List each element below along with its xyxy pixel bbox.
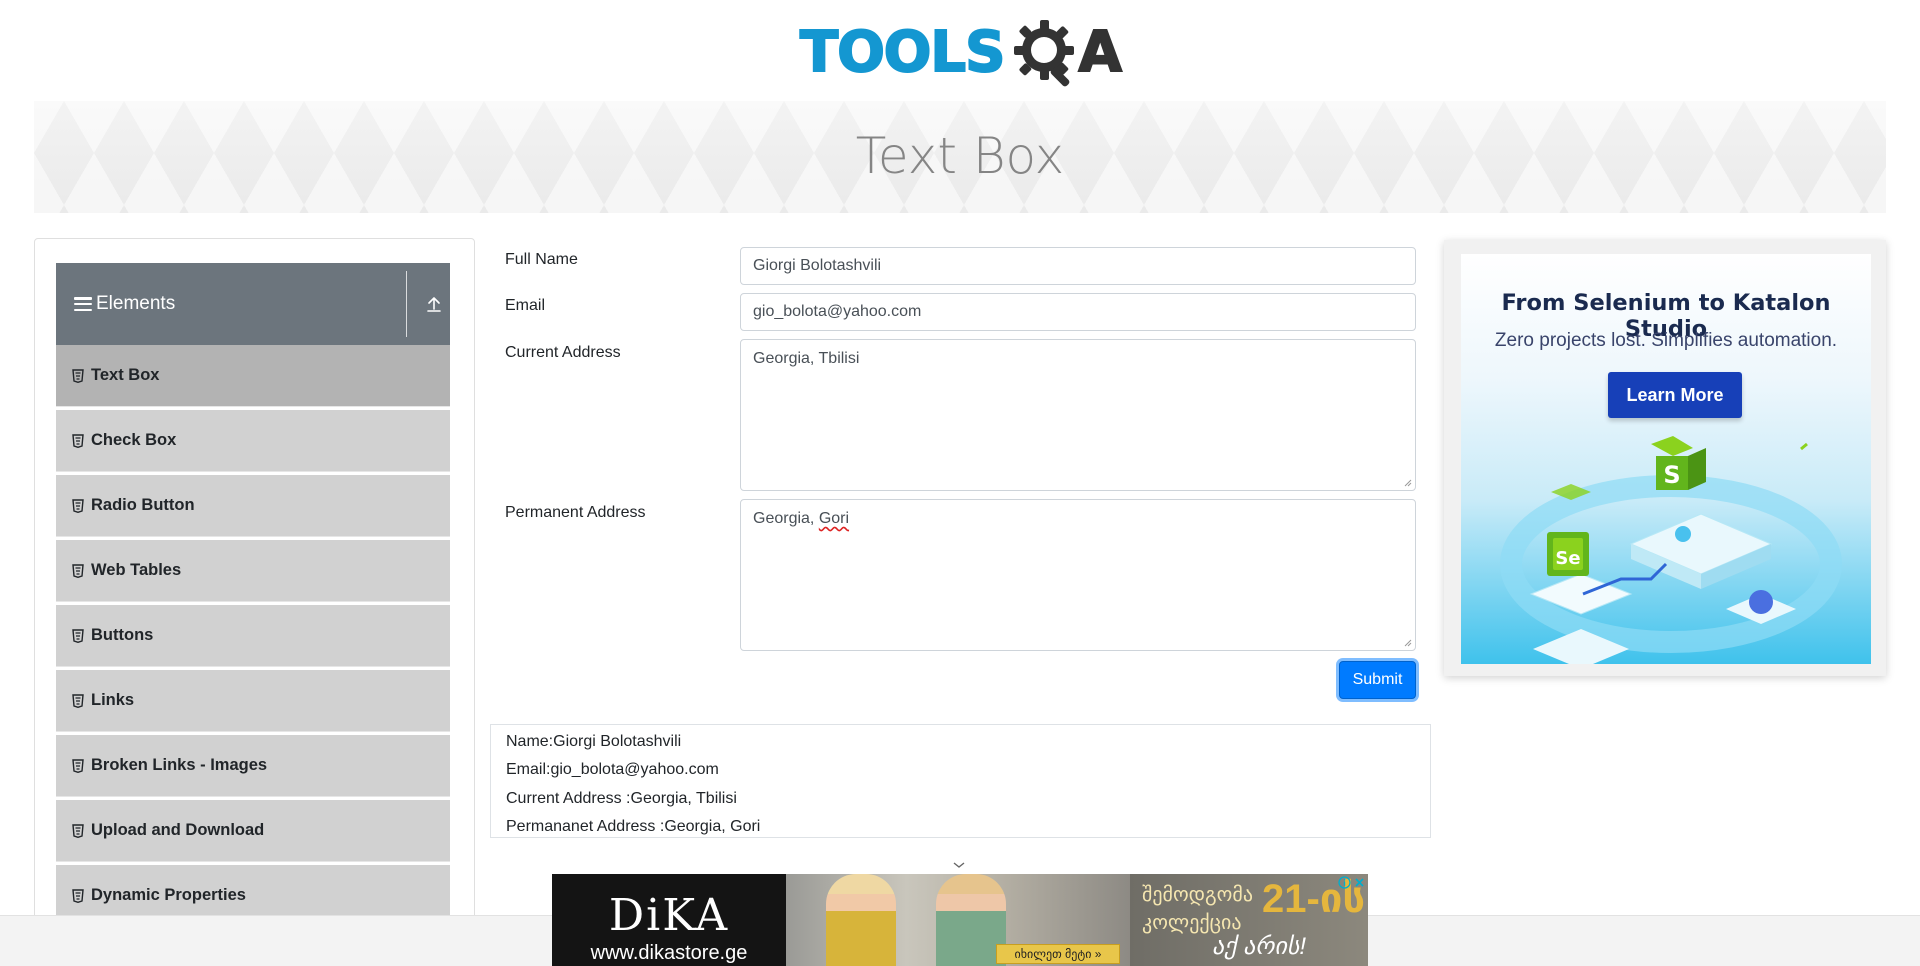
page-title: Text Box: [855, 127, 1065, 185]
current-address-value: Georgia, Tbilisi: [753, 350, 860, 367]
html5-icon: [72, 888, 84, 903]
close-icon[interactable]: [1353, 876, 1366, 889]
sidebar-item-label: Web Tables: [91, 561, 182, 579]
sidebar-item-web-tables[interactable]: Web Tables: [56, 540, 450, 602]
sidebar-item-label: Text Box: [91, 366, 160, 384]
current-address-textarea[interactable]: Georgia, Tbilisi: [740, 339, 1416, 491]
sidebar-item-label: Check Box: [91, 431, 177, 449]
ad-line-3: აქ არის!: [1212, 933, 1307, 960]
side-ad-subtitle: Zero projects lost. Simplifies automatio…: [1494, 330, 1838, 351]
group-title: Elements: [96, 293, 176, 314]
sidebar-menu: Text Box Check Box Radio Button Web Tabl…: [56, 345, 450, 930]
full-name-input[interactable]: Giorgi Bolotashvili: [740, 247, 1416, 285]
info-icon[interactable]: [1338, 876, 1351, 889]
sidebar-item-label: Upload and Download: [91, 821, 265, 839]
sidebar-item-text-box[interactable]: Text Box: [56, 345, 450, 407]
sidebar-item-radio-button[interactable]: Radio Button: [56, 475, 450, 537]
sidebar-item-label: Buttons: [91, 626, 154, 644]
sidebar-item-broken-links-images[interactable]: Broken Links - Images: [56, 735, 450, 797]
output-email: Email:gio_bolota@yahoo.com: [506, 761, 719, 779]
html5-icon: [72, 693, 84, 708]
sidebar-item-buttons[interactable]: Buttons: [56, 605, 450, 667]
bottom-banner-ad[interactable]: DiKA www.dikastore.ge შემოდგომა 21-ის კო…: [552, 874, 1368, 966]
ad-illustration: S Se: [1500, 436, 1842, 664]
email-input[interactable]: gio_bolota@yahoo.com: [740, 293, 1416, 331]
html5-icon: [72, 758, 84, 773]
html5-icon: [72, 368, 84, 383]
ad-line-1: შემოდგომა: [1142, 884, 1253, 906]
permanent-address-label: Permanent Address: [505, 504, 646, 521]
svg-text:Se: Se: [1555, 548, 1580, 569]
sidebar-item-upload-and-download[interactable]: Upload and Download: [56, 800, 450, 862]
permanent-address-textarea[interactable]: Georgia, Gori: [740, 499, 1416, 651]
sidebar-item-label: Dynamic Properties: [91, 886, 246, 904]
sidebar-item-check-box[interactable]: Check Box: [56, 410, 450, 472]
sidebar-item-links[interactable]: Links: [56, 670, 450, 732]
logo-text-tools: TOOLS: [799, 20, 1006, 85]
elements-group-header[interactable]: Elements: [56, 263, 450, 345]
adchoices-icon[interactable]: [1338, 876, 1366, 890]
spellcheck-word: Gori: [818, 510, 850, 527]
current-address-label: Current Address: [505, 344, 621, 361]
submit-button[interactable]: Submit: [1339, 661, 1416, 699]
ad-model-1: [826, 874, 896, 966]
sidebar-item-label: Broken Links - Images: [91, 756, 268, 774]
page-banner: Text Box: [34, 101, 1886, 213]
output-name: Name:Giorgi Bolotashvili: [506, 733, 682, 750]
collapse-arrow-icon[interactable]: [426, 295, 442, 313]
html5-icon: [72, 563, 84, 578]
svg-text:S: S: [1663, 461, 1680, 489]
gear-magnifier-icon: [1014, 20, 1075, 87]
resize-grip-icon[interactable]: [1403, 638, 1412, 647]
ad-brand: DiKA: [608, 890, 730, 941]
resize-grip-icon[interactable]: [1403, 478, 1412, 487]
output-current-address: Current Address :Georgia, Tbilisi: [506, 789, 737, 807]
permanent-address-value-prefix: Georgia,: [753, 510, 819, 527]
ad-georgian-text: შემოდგომა 21-ის კოლექცია აქ არის!: [1130, 874, 1368, 966]
side-ad[interactable]: From Selenium to Katalon Studio Zero pro…: [1461, 254, 1871, 664]
logo-text-a: A: [1077, 20, 1122, 85]
hamburger-icon: [74, 297, 92, 311]
email-label: Email: [505, 297, 546, 314]
sidebar-item-label: Links: [91, 691, 135, 709]
output-box: Name:Giorgi Bolotashvili Email:gio_bolot…: [490, 724, 1431, 838]
ad-brand-panel: DiKA www.dikastore.ge: [552, 874, 786, 966]
html5-icon: [72, 498, 84, 513]
site-logo[interactable]: TOOLS A: [799, 14, 1126, 92]
chevron-down-icon[interactable]: [952, 860, 966, 870]
header-divider: [406, 271, 407, 337]
page: TOOLS A Text Box Elements Text Box Check…: [0, 0, 1920, 966]
html5-icon: [72, 628, 84, 643]
ad-site: www.dikastore.ge: [590, 942, 748, 964]
html5-icon: [72, 823, 84, 838]
full-name-label: Full Name: [505, 251, 578, 268]
html5-icon: [72, 433, 84, 448]
learn-more-button[interactable]: Learn More: [1608, 372, 1742, 418]
ad-see-more-button[interactable]: იხილეთ მეტი »: [996, 944, 1120, 964]
sidebar-item-label: Radio Button: [91, 496, 195, 514]
output-permanent-address: Permananet Address :Georgia, Gori: [506, 817, 761, 835]
permanent-address-value: Georgia, Gori: [753, 510, 849, 527]
